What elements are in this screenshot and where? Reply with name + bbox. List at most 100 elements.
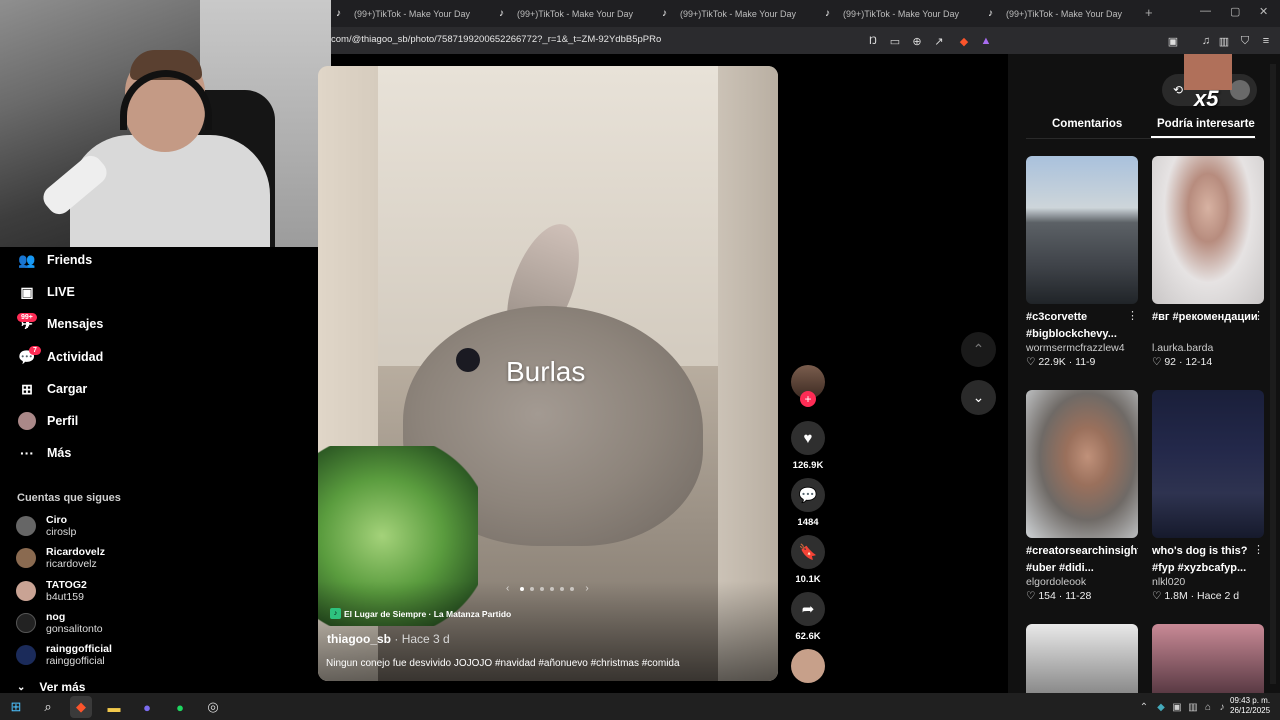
more-options-icon[interactable]: ⋮ [1253, 309, 1264, 322]
search-icon[interactable]: ⌕ [37, 696, 59, 718]
windows-start-icon[interactable]: ⊞ [5, 696, 27, 718]
browser-tab[interactable]: ♪ (99+)TikTok - Make Your Day [988, 4, 1122, 24]
chevron-down-icon: ⌄ [972, 389, 985, 405]
carousel-prev-icon[interactable]: ‹ [506, 583, 509, 594]
tab-divider [1026, 138, 1256, 139]
tab-comments[interactable]: Comentarios [1052, 118, 1122, 130]
post-media[interactable]: Burlas ‹ › ♪ El Lugar de Siempre · La Mat… [318, 66, 778, 681]
sound-avatar-button[interactable] [790, 649, 826, 683]
translate-icon[interactable]: Ŋ [865, 33, 881, 49]
new-tab-icon[interactable]: + [1145, 5, 1153, 20]
menu-icon[interactable]: ≡ [1258, 33, 1274, 49]
reader-icon[interactable]: ▭ [887, 33, 903, 49]
rotate-icon[interactable]: ⟲ [1173, 83, 1183, 97]
see-more-button[interactable]: ⌄ Ver más [17, 680, 85, 694]
nav-item-upload[interactable]: ⊞ Cargar [17, 380, 87, 398]
url-field[interactable]: com/@thiagoo_sb/photo/758719920065226677… [331, 34, 661, 45]
rewards-icon[interactable]: ▲ [978, 33, 994, 49]
file-explorer-icon[interactable]: ▬ [103, 696, 125, 718]
carousel-dot[interactable] [570, 586, 575, 591]
avatar [16, 613, 36, 633]
following-account[interactable]: nog gonsalitonto [16, 611, 103, 635]
tiktok-icon: ♪ [499, 8, 504, 19]
following-account[interactable]: Ricardovelz ricardovelz [16, 546, 105, 570]
carousel-dot[interactable] [550, 586, 555, 591]
post-overlay-text: Burlas [506, 356, 586, 387]
spotify-icon[interactable]: ● [169, 696, 191, 718]
carousel-next-icon[interactable]: › [585, 583, 588, 594]
browser-tab[interactable]: ♪ (99+)TikTok - Make Your Day [825, 4, 959, 24]
brave-browser-icon[interactable]: ◆ [70, 696, 92, 718]
music-link[interactable]: ♪ El Lugar de Siempre · La Matanza Partid… [330, 608, 511, 619]
following-account[interactable]: Ciro ciroslp [16, 514, 76, 538]
more-options-icon[interactable]: ⋮ [1253, 543, 1264, 556]
nav-item-profile[interactable]: Perfil [17, 412, 78, 430]
minimize-icon[interactable]: — [1200, 5, 1211, 17]
follow-plus-icon[interactable]: + [800, 391, 816, 407]
activity-badge: 7 [29, 346, 41, 355]
suggested-card[interactable]: #creatorsearchinsights #uber #didi... el… [1026, 390, 1138, 602]
carousel-dot[interactable] [540, 586, 545, 591]
tiktok-icon: ♪ [825, 8, 830, 19]
following-account[interactable]: TATOG2 b4ut159 [16, 579, 87, 603]
nav-item-more[interactable]: ··· Más [17, 444, 71, 462]
suggested-card[interactable]: #c3corvette #bigblockchevy... wormsermcf… [1026, 156, 1138, 368]
video-thumbnail [1026, 390, 1138, 538]
maximize-icon[interactable]: ▢ [1230, 5, 1240, 18]
comment-icon: 💬 [791, 478, 825, 512]
previous-post-button[interactable]: ⌃ [961, 332, 996, 367]
like-button[interactable]: ♥ 126.9K [790, 421, 826, 471]
close-icon[interactable]: ✕ [1259, 5, 1268, 18]
taskbar: ⊞ ⌕ ◆ ▬ ● ● ◎ ⌃ ◆ ▣ ▥ ⌂ ♪ 09:43 p. m. 26/… [0, 693, 1280, 720]
obs-icon[interactable]: ◎ [202, 696, 224, 718]
more-icon: ··· [20, 445, 34, 461]
more-options-icon[interactable]: ⋮ [1127, 543, 1138, 556]
brave-shield-icon[interactable]: ◆ [956, 33, 972, 49]
avatar [16, 516, 36, 536]
browser-tab[interactable]: ♪ (99+)TikTok - Make Your Day [499, 4, 633, 24]
music-note-icon: ♪ [330, 608, 341, 619]
music-icon[interactable]: ♫ [1198, 33, 1214, 49]
heart-outline-icon: ♡ [1152, 356, 1162, 368]
carousel-dot[interactable] [560, 586, 565, 591]
overlay-badge: x5 [1194, 86, 1219, 111]
heart-outline-icon: ♡ [1026, 356, 1036, 368]
scrollbar[interactable] [1270, 64, 1276, 684]
sidebar-icon[interactable]: ▣ [1165, 33, 1181, 49]
avatar [16, 581, 36, 601]
comment-button[interactable]: 💬 1484 [790, 478, 826, 528]
save-button[interactable]: 🔖 10.1K [790, 535, 826, 585]
bookmark-icon: 🔖 [791, 535, 825, 569]
messages-badge: 99+ [17, 313, 37, 322]
post-author[interactable]: thiagoo_sb · Hace 3 d [327, 632, 450, 646]
suggested-card[interactable]: #вг #рекомендации l.aurka.barda ♡ 92 · 1… [1152, 156, 1264, 368]
author-avatar-button[interactable]: + [790, 365, 826, 407]
discord-icon[interactable]: ● [136, 696, 158, 718]
webcam-person-body [70, 135, 270, 247]
carousel-dot[interactable] [530, 586, 535, 591]
tab-suggested[interactable]: Podría interesarte [1157, 118, 1255, 130]
carousel-dot[interactable] [520, 586, 525, 591]
zoom-icon[interactable]: ⊕ [909, 33, 925, 49]
avatar[interactable] [1230, 80, 1250, 100]
rabbit-eye [456, 348, 480, 372]
share-button[interactable]: ➦ 62.6K [790, 592, 826, 642]
profile-icon [17, 412, 37, 430]
tiktok-icon: ♪ [988, 8, 993, 19]
next-post-button[interactable]: ⌄ [961, 380, 996, 415]
share-icon[interactable]: ↗ [931, 33, 947, 49]
tabs-icon[interactable]: ▥ [1216, 33, 1232, 49]
video-thumbnail[interactable] [1152, 624, 1264, 693]
suggested-card[interactable]: who's dog is this? #fyp #xyzbcafyp... nl… [1152, 390, 1264, 602]
vpn-icon[interactable]: ⛉ [1237, 33, 1253, 49]
nav-item-friends[interactable]: 👥 Friends [17, 251, 92, 269]
video-thumbnail[interactable] [1026, 624, 1138, 693]
browser-tab[interactable]: ♪ (99+)TikTok - Make Your Day [662, 4, 796, 24]
system-clock[interactable]: 09:43 p. m. 26/12/2025 [1230, 696, 1270, 716]
more-options-icon[interactable]: ⋮ [1127, 309, 1138, 322]
browser-tab[interactable]: ♪ (99+)TikTok - Make Your Day [336, 4, 470, 24]
avatar [791, 649, 825, 683]
heart-outline-icon: ♡ [1152, 590, 1162, 602]
following-account[interactable]: rainggofficial rainggofficial [16, 643, 112, 667]
nav-item-live[interactable]: ▣ LIVE [17, 283, 74, 301]
